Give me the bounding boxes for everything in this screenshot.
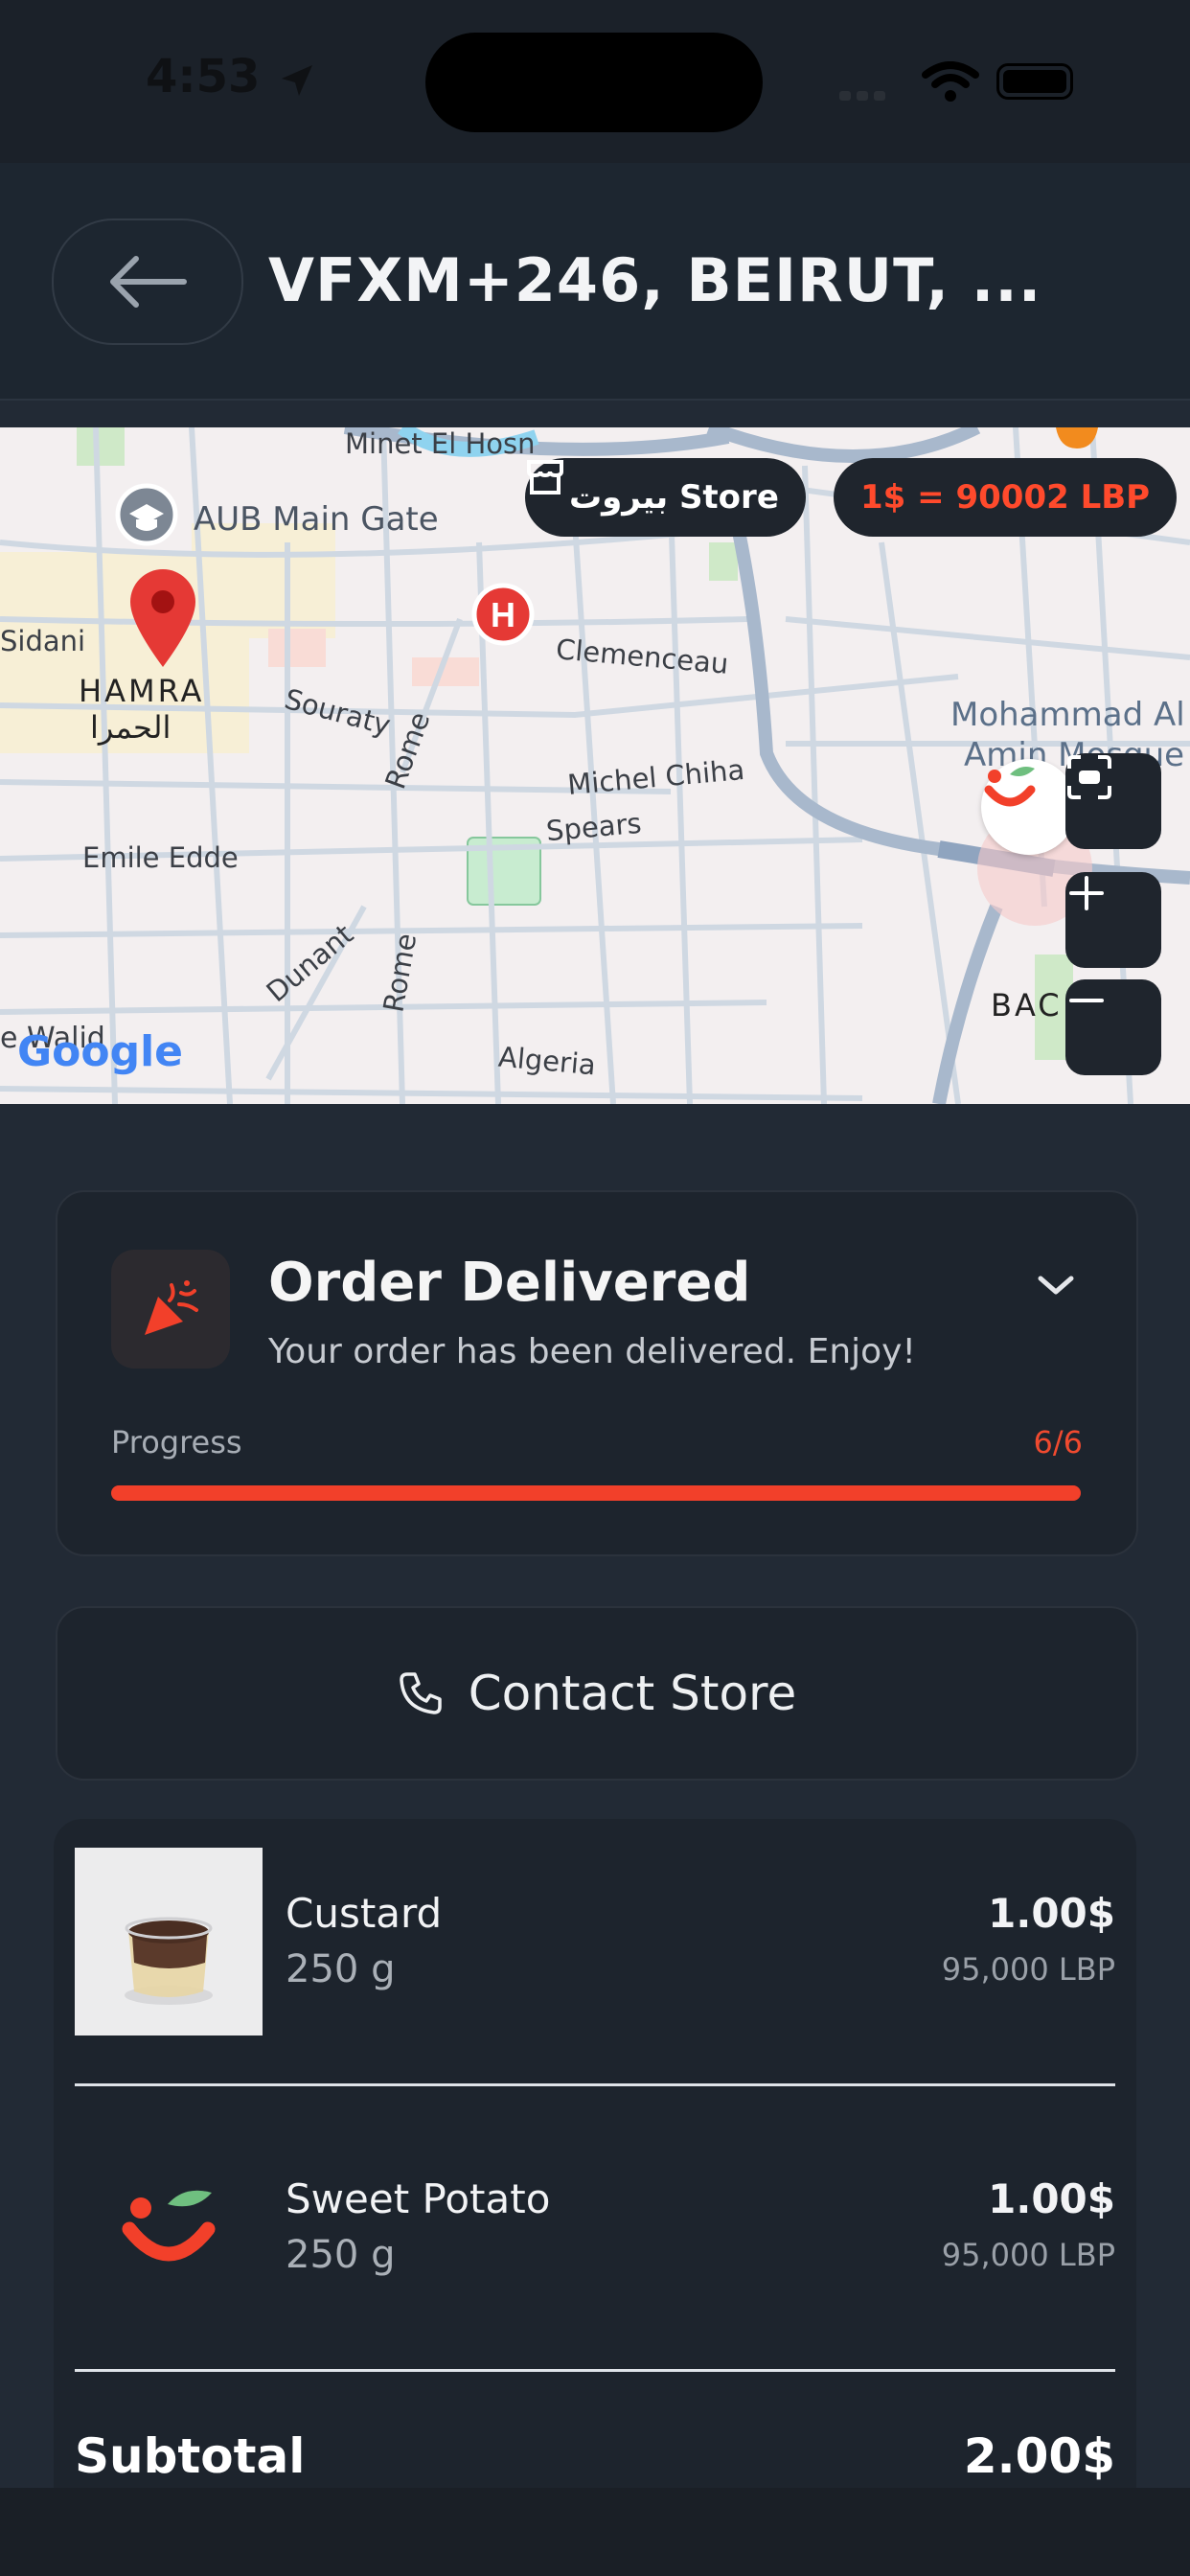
contact-store-label: Contact Store — [468, 1666, 797, 1721]
header: VFXM+246, BEIRUT, ... — [0, 163, 1190, 401]
item-price: 1.00$ — [988, 1890, 1115, 1937]
wifi-icon — [922, 61, 979, 102]
map-view[interactable]: Minet El Hosn AUB Main Gate Sidani HAMRA… — [0, 427, 1190, 1104]
item-price: 1.00$ — [988, 2175, 1115, 2222]
exchange-rate-label: 1$ = 90002 LBP — [860, 478, 1151, 517]
map-label: HAMRA — [79, 673, 205, 709]
progress-count: 6/6 — [1033, 1424, 1084, 1460]
back-button[interactable] — [52, 218, 243, 345]
zoom-out-button[interactable] — [1065, 979, 1161, 1075]
custard-photo — [75, 1848, 263, 2036]
progress-label: Progress — [111, 1424, 242, 1460]
bottom-bar — [0, 2488, 1190, 2576]
item-quantity: 250 g — [286, 2233, 396, 2277]
minus-icon — [1069, 999, 1104, 1002]
map-label: BAC — [991, 987, 1063, 1024]
map-label: الحمرا — [90, 709, 172, 746]
status-bar: 4:53 — [0, 0, 1190, 163]
map-label: Sidani — [0, 625, 86, 657]
order-status-card[interactable]: Order Delivered Your order has been deli… — [56, 1190, 1138, 1556]
subtotal-value: 2.00$ — [963, 2428, 1115, 2484]
item-price-lbp: 95,000 LBP — [941, 1951, 1115, 1988]
phone-icon — [399, 1672, 442, 1714]
list-item[interactable]: Custard 250 g 1.00$ 95,000 LBP — [75, 1848, 1115, 2036]
chevron-down-icon[interactable] — [1035, 1271, 1077, 1300]
store-location-marker[interactable] — [981, 759, 1077, 855]
divider — [75, 2083, 1115, 2086]
divider — [75, 2369, 1115, 2372]
map-label: Emile Edde — [82, 841, 239, 874]
party-popper-icon — [145, 1280, 198, 1335]
arrow-left-icon — [110, 256, 187, 308]
contact-store-button[interactable]: Contact Store — [56, 1606, 1138, 1781]
item-name: Sweet Potato — [286, 2175, 551, 2222]
dynamic-island — [425, 33, 763, 132]
order-status-title: Order Delivered — [268, 1252, 751, 1314]
map-label: Mohammad Al — [950, 696, 1185, 734]
recenter-button[interactable] — [1065, 753, 1161, 849]
order-items: Custard 250 g 1.00$ 95,000 LBP Sweet Pot… — [54, 1819, 1136, 2490]
focus-icon — [1067, 755, 1111, 799]
order-status-subtitle: Your order has been delivered. Enjoy! — [268, 1332, 916, 1371]
school-marker-icon — [115, 483, 178, 546]
hospital-marker-icon: H — [471, 583, 535, 646]
page-title: VFXM+246, BEIRUT, ... — [268, 245, 1042, 315]
progress-bar-fill — [111, 1485, 1081, 1501]
store-pill-label: بيروت Store — [569, 478, 779, 517]
restaurant-marker-icon — [1056, 427, 1098, 448]
store-icon — [527, 460, 563, 494]
status-time: 4:53 — [146, 50, 261, 104]
store-logo-icon — [984, 767, 1036, 807]
exchange-rate-pill: 1$ = 90002 LBP — [834, 458, 1178, 537]
map-label: Minet El Hosn — [345, 427, 536, 460]
location-arrow-icon — [282, 65, 312, 96]
list-item[interactable]: Sweet Potato 250 g 1.00$ 95,000 LBP — [75, 2133, 1115, 2321]
plus-icon — [1069, 876, 1104, 910]
subtotal-label: Subtotal — [75, 2428, 306, 2484]
google-logo: Google — [17, 1027, 183, 1076]
zoom-in-button[interactable] — [1065, 872, 1161, 968]
signal-icon — [839, 86, 906, 101]
item-price-lbp: 95,000 LBP — [941, 2237, 1115, 2273]
store-logo-icon — [122, 2190, 216, 2262]
order-status-icon-box — [111, 1250, 230, 1368]
location-pin-icon — [130, 569, 195, 667]
battery-icon — [996, 63, 1073, 100]
item-name: Custard — [286, 1890, 443, 1937]
map-label: AUB Main Gate — [194, 500, 439, 539]
item-thumbnail — [75, 2133, 263, 2321]
svg-text:H: H — [491, 595, 515, 634]
item-quantity: 250 g — [286, 1947, 396, 1991]
store-pill[interactable]: بيروت Store — [525, 458, 806, 537]
progress-bar — [111, 1485, 1081, 1501]
